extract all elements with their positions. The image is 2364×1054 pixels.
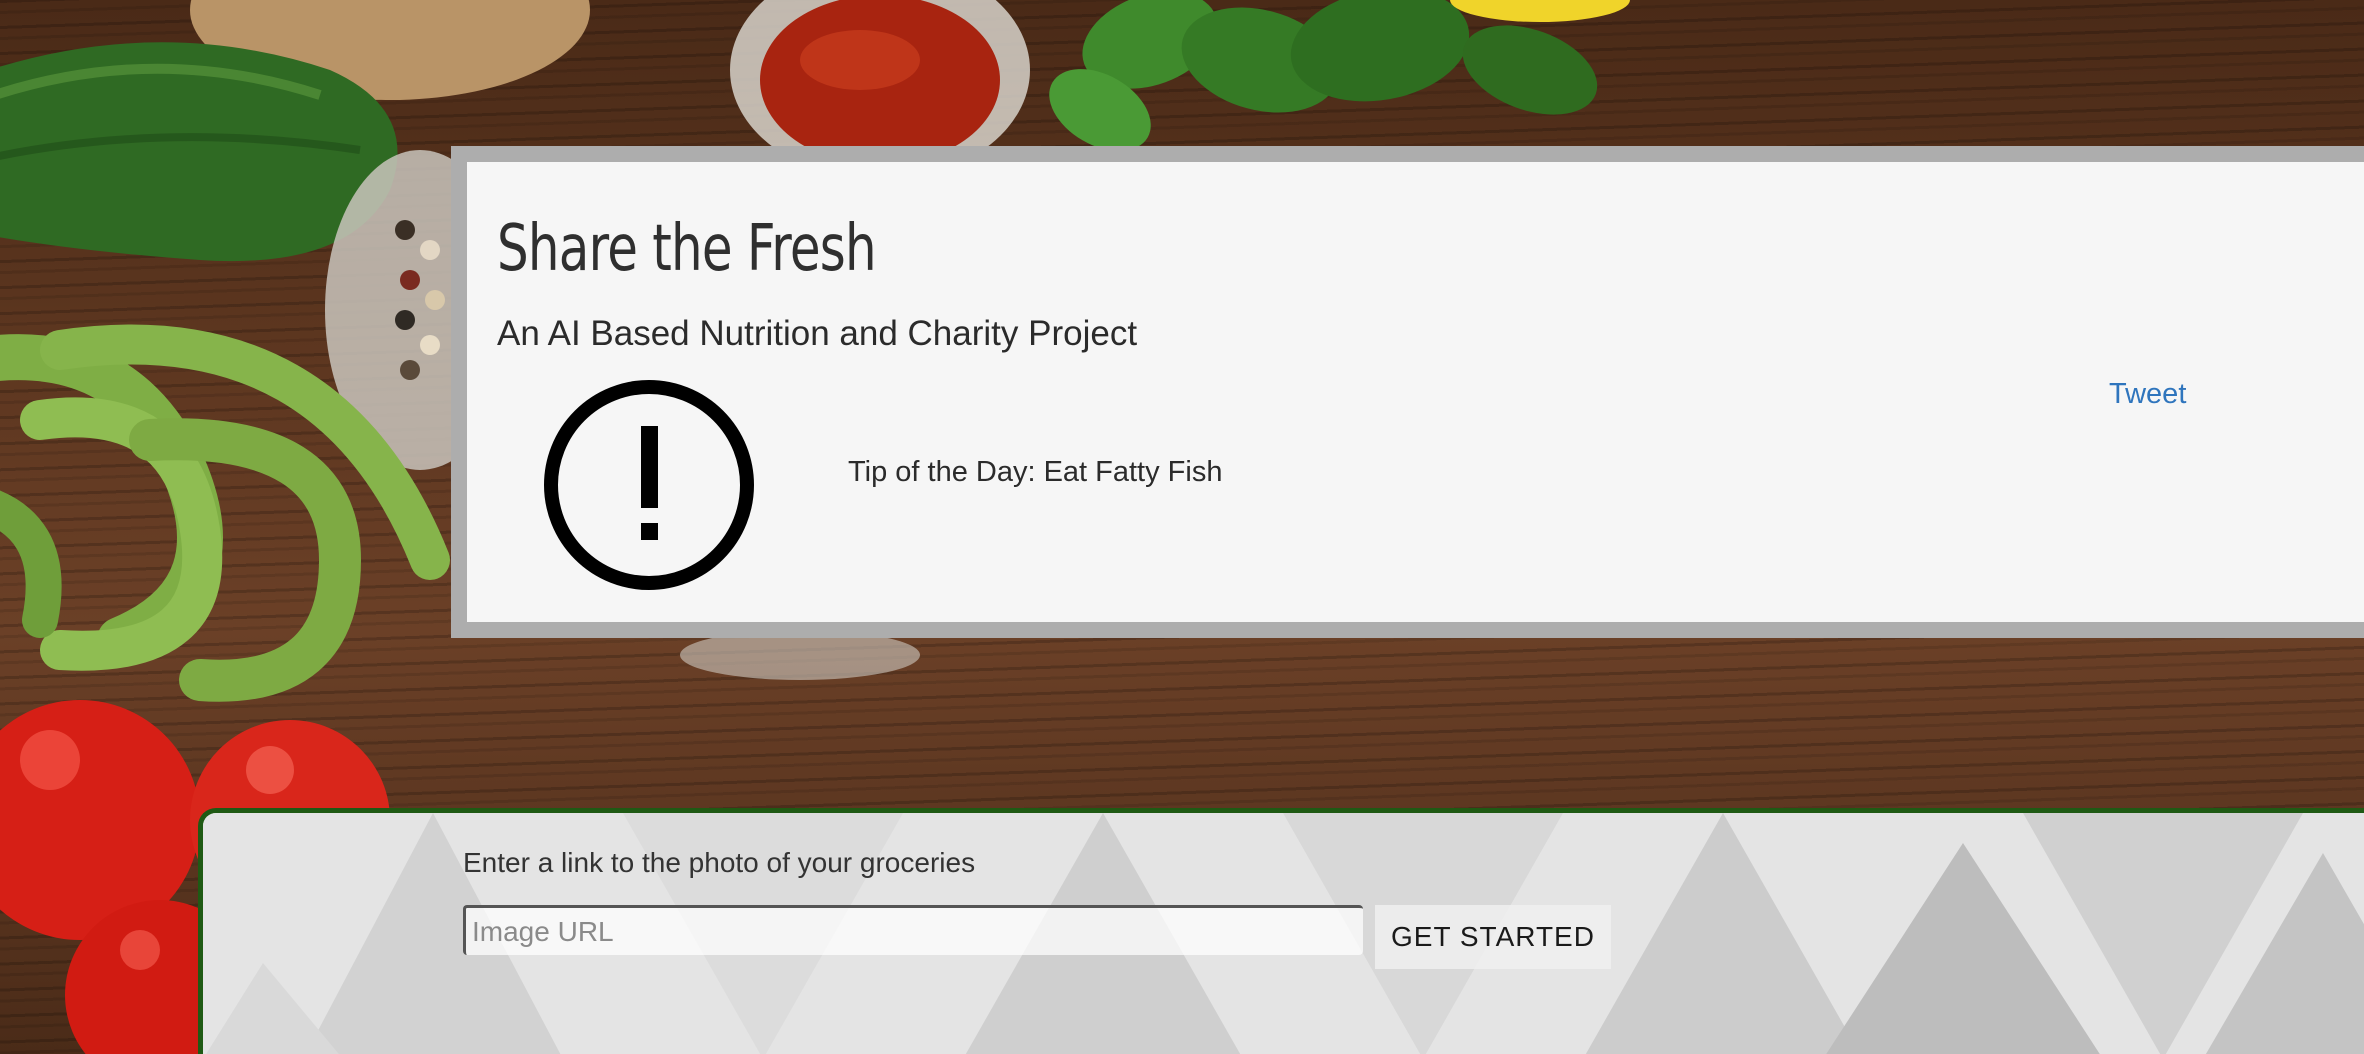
page-title: Share the Fresh (497, 212, 877, 286)
page-subtitle: An AI Based Nutrition and Charity Projec… (497, 314, 1138, 353)
groceries-form-panel: Enter a link to the photo of your grocer… (198, 808, 2364, 1054)
basil-leaves (1049, 0, 1598, 151)
get-started-button[interactable]: GET STARTED (1375, 905, 1611, 969)
tip-of-the-day: Tip of the Day: Eat Fatty Fish (848, 456, 1223, 488)
lemon (1450, 0, 1630, 22)
hero-card: Share the Fresh An AI Based Nutrition an… (451, 146, 2364, 638)
image-url-input[interactable] (463, 905, 1363, 955)
zucchini (0, 42, 398, 262)
hero-card-inner: Share the Fresh An AI Based Nutrition an… (467, 162, 2364, 622)
exclamation-circle-icon (542, 378, 756, 592)
groceries-link-label: Enter a link to the photo of your grocer… (463, 847, 976, 878)
tweet-link[interactable]: Tweet (2109, 378, 2186, 411)
